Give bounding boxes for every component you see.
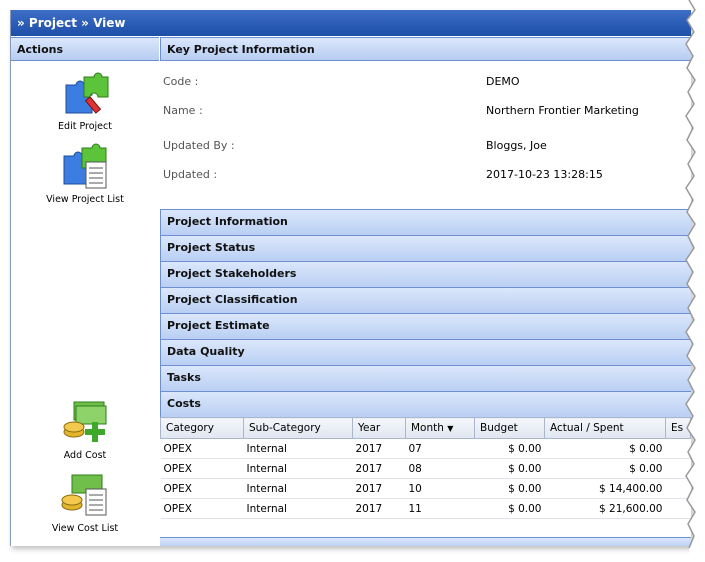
kpi-value: Northern Frontier Marketing — [486, 104, 639, 117]
table-row[interactable]: OPEX Internal 2017 11 $ 0.00 $ 21,600.00 — [160, 498, 691, 519]
cell-sub-category: Internal — [243, 478, 353, 499]
project-list-icon — [63, 143, 107, 189]
actions-header: Actions — [11, 37, 159, 61]
add-cost-label: Add Cost — [63, 450, 107, 461]
cell-year: 2017 — [352, 478, 406, 499]
table-row[interactable]: OPEX Internal 2017 07 $ 0.00 $ 0.00 — [160, 438, 691, 459]
col-month[interactable]: Month ▼ — [405, 417, 475, 439]
app-window: » Project » View Actions Key Project Inf… — [10, 10, 691, 546]
cell-actual: $ 0.00 — [544, 438, 666, 459]
kpi-label: Code : — [163, 75, 199, 88]
kpi-row-name: Name : Northern Frontier Marketing — [163, 102, 683, 120]
table-row[interactable]: OPEX Internal 2017 10 $ 0.00 $ 14,400.00 — [160, 478, 691, 499]
kpi-label: Updated : — [163, 168, 218, 181]
costs-table: Category Sub-Category Year Month ▼ Budge… — [160, 417, 691, 519]
panel-project-classification[interactable]: Project Classification — [160, 287, 691, 313]
cell-actual: $ 21,600.00 — [544, 498, 666, 519]
cell-category: OPEX — [160, 498, 244, 519]
add-cost-button[interactable]: Add Cost — [11, 396, 159, 461]
sort-desc-icon: ▼ — [447, 424, 454, 433]
col-month-label: Month — [411, 422, 444, 434]
add-cost-icon — [63, 401, 107, 442]
breadcrumb: » Project » View — [11, 10, 691, 36]
cell-month: 11 — [405, 498, 475, 519]
col-year[interactable]: Year — [352, 417, 406, 439]
panel-project-status[interactable]: Project Status — [160, 235, 691, 261]
kpi-value: Bloggs, Joe — [486, 139, 547, 152]
costs-header-row: Category Sub-Category Year Month ▼ Budge… — [160, 417, 691, 439]
cell-budget: $ 0.00 — [474, 438, 545, 459]
cell-month: 07 — [405, 438, 475, 459]
view-cost-list-button[interactable]: View Cost List — [11, 469, 159, 534]
key-project-info-header: Key Project Information — [160, 37, 691, 61]
panel-project-stakeholders[interactable]: Project Stakeholders — [160, 261, 691, 287]
view-cost-list-label: View Cost List — [51, 523, 119, 534]
panel-project-information[interactable]: Project Information — [160, 209, 691, 235]
panel-costs[interactable]: Costs — [160, 391, 691, 417]
cell-budget: $ 0.00 — [474, 478, 545, 499]
kpi-row-updated-by: Updated By : Bloggs, Joe — [163, 137, 683, 155]
kpi-label: Updated By : — [163, 139, 235, 152]
actions-sidebar: Edit Project View Project List Add Cost … — [11, 61, 159, 546]
kpi-row-updated: Updated : 2017-10-23 13:28:15 — [163, 166, 683, 184]
panel-project-estimate[interactable]: Project Estimate — [160, 313, 691, 339]
view-project-list-label: View Project List — [46, 194, 124, 205]
cell-month: 10 — [405, 478, 475, 499]
edit-project-button[interactable]: Edit Project — [11, 67, 159, 132]
cell-budget: $ 0.00 — [474, 498, 545, 519]
kpi-value: 2017-10-23 13:28:15 — [486, 168, 603, 181]
cost-list-icon — [61, 474, 107, 516]
col-sub-category[interactable]: Sub-Category — [243, 417, 353, 439]
kpi-value: DEMO — [486, 75, 520, 88]
cell-actual: $ 0.00 — [544, 458, 666, 479]
cell-budget: $ 0.00 — [474, 458, 545, 479]
table-row[interactable]: OPEX Internal 2017 08 $ 0.00 $ 0.00 — [160, 458, 691, 479]
cell-year: 2017 — [352, 438, 406, 459]
panel-data-quality[interactable]: Data Quality — [160, 339, 691, 365]
cell-year: 2017 — [352, 498, 406, 519]
col-actual-spent[interactable]: Actual / Spent — [544, 417, 666, 439]
col-budget[interactable]: Budget — [474, 417, 545, 439]
cell-actual: $ 14,400.00 — [544, 478, 666, 499]
cell-category: OPEX — [160, 458, 244, 479]
kpi-row-code: Code : DEMO — [163, 73, 683, 91]
cell-sub-category: Internal — [243, 438, 353, 459]
next-panel-strip — [160, 537, 691, 546]
cell-month: 08 — [405, 458, 475, 479]
cell-sub-category: Internal — [243, 458, 353, 479]
edit-project-label: Edit Project — [58, 121, 112, 132]
cell-category: OPEX — [160, 478, 244, 499]
col-category[interactable]: Category — [160, 417, 244, 439]
torn-edge-decoration — [685, 0, 705, 562]
edit-project-icon — [65, 72, 109, 114]
cell-sub-category: Internal — [243, 498, 353, 519]
cell-year: 2017 — [352, 458, 406, 479]
panel-tasks[interactable]: Tasks — [160, 365, 691, 391]
cell-category: OPEX — [160, 438, 244, 459]
kpi-label: Name : — [163, 104, 203, 117]
view-project-list-button[interactable]: View Project List — [11, 140, 159, 205]
